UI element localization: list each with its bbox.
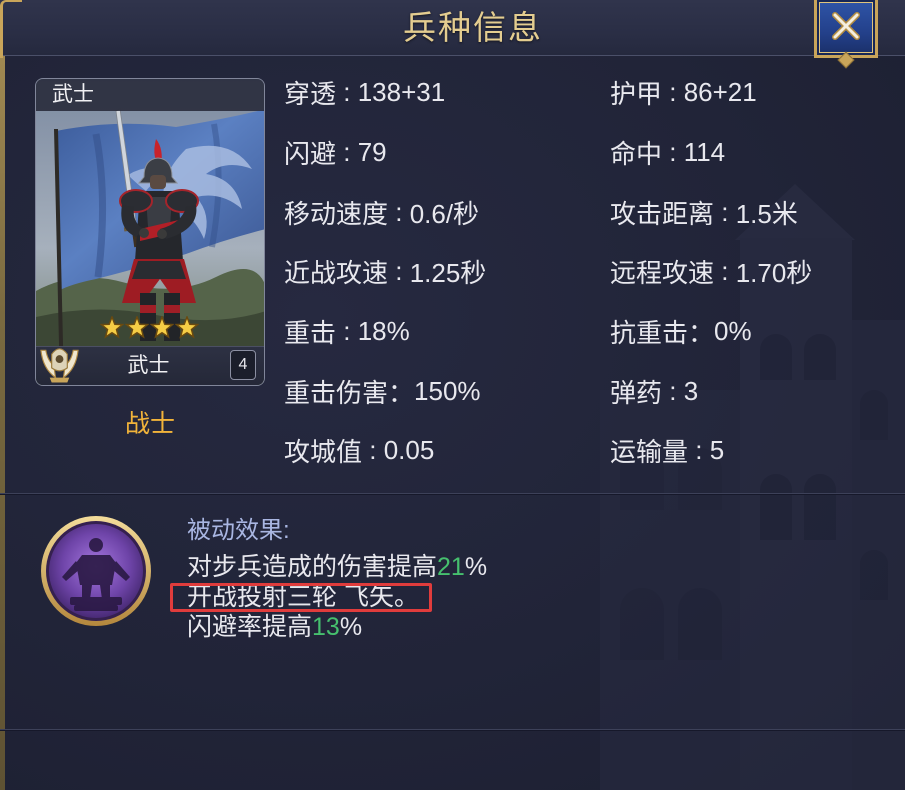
window-title: 兵种信息 [403,9,543,46]
stat-separator: : [714,196,736,227]
stat-critical-resist: 抗重击： 0% [610,302,812,362]
unit-role-label: 战士 [124,410,175,438]
stat-value: 138+31 [357,77,446,108]
stat-move-speed: 移动速度 : 0.6/秒 [284,182,486,242]
stat-label: 穿透 [284,79,337,110]
stat-label: 重击伤害 [284,377,389,408]
frame-left-border [0,0,5,790]
stat-label: 重击 [284,318,337,349]
close-icon [832,12,860,40]
stat-value: 0% [714,316,752,347]
stat-value: 18% [357,316,410,347]
stat-label: 移动速度 [284,198,389,229]
stat-value: 86+21 [683,77,757,108]
stat-separator: : [688,435,710,466]
passive-effect-line: 对步兵造成的伤害提高21% [187,552,487,582]
passive-effect-suffix: % [464,553,488,581]
stats-right-column: 护甲 : 86+21 命中 : 114 攻击距离 : 1.5米 远程攻速 : 1… [610,63,812,481]
stat-label: 近战攻速 [284,258,389,289]
stat-value: 150% [414,375,481,406]
stat-value: 1.25秒 [409,258,487,289]
unit-card-header: 武士 [36,79,264,111]
stat-ammo: 弹药 : 3 [610,361,812,421]
star-icon [100,316,124,339]
stat-dodge: 闪避 : 79 [284,123,486,183]
passive-effect-text: 对步兵造成的伤害提高 [187,553,438,581]
stat-label: 弹药 [610,377,663,408]
stat-separator: : [336,316,358,347]
stat-label: 命中 [610,139,663,170]
number-highlight: 13 [312,613,340,641]
stat-label: 远程攻速 [610,258,715,289]
stat-label: 闪避 [284,139,337,170]
section-divider [0,493,905,495]
stat-separator: : [336,77,358,108]
stat-armor: 护甲 : 86+21 [610,63,812,123]
stat-separator: : [388,196,410,227]
stat-label: 抗重击 [610,318,689,349]
stat-ranged-attack-speed: 远程攻速 : 1.70秒 [610,242,812,302]
stat-separator: : [662,137,684,168]
passive-effect-text: 闪避率提高 [187,613,313,641]
number-highlight: 21 [437,553,465,581]
passive-skill-icon [41,516,151,626]
stat-label: 攻击距离 [610,198,715,229]
stat-accuracy: 命中 : 114 [610,123,812,183]
unit-card-footer-name: 武士 [127,354,170,377]
passive-title: 被动效果: [187,517,290,544]
highlight-box [170,583,432,612]
unit-level-badge: 4 [230,350,256,380]
stat-transport-capacity: 运输量 : 5 [610,421,812,481]
stat-value: 1.5米 [735,198,798,229]
stat-value: 3 [683,375,699,406]
stat-critical-damage: 重击伤害： 150% [284,361,486,421]
stat-separator: : [714,256,736,287]
rank-stars [100,316,199,340]
stats-left-column: 穿透 : 138+31 闪避 : 79 移动速度 : 0.6/秒 近战攻速 : … [284,63,486,481]
stat-separator: ： [388,377,415,408]
stat-siege-value: 攻城值 : 0.05 [284,421,486,481]
stat-penetration: 穿透 : 138+31 [284,63,486,123]
stat-value: 114 [683,137,726,168]
star-icon [150,316,174,339]
stat-separator: : [362,435,384,466]
stat-separator: : [662,375,684,406]
unit-card-header-name: 武士 [52,83,94,106]
close-button[interactable] [814,0,878,58]
unit-class-emblem-icon [40,348,79,383]
stat-label: 攻城值 [284,437,363,468]
stat-value: 5 [709,435,725,466]
section-divider [0,729,905,731]
star-icon [125,316,149,339]
stat-separator: ： [688,318,715,349]
stat-attack-range: 攻击距离 : 1.5米 [610,182,812,242]
stat-separator: : [388,256,410,287]
stat-value: 0.6/秒 [409,198,480,229]
passive-effect-line: 闪避率提高13% [187,612,487,642]
stat-label: 护甲 [610,79,663,110]
passive-effect-suffix: % [339,613,363,641]
stat-label: 运输量 [610,437,689,468]
star-icon [175,316,199,339]
stat-value: 0.05 [383,435,435,466]
stat-critical-hit: 重击 : 18% [284,302,486,362]
stat-melee-attack-speed: 近战攻速 : 1.25秒 [284,242,486,302]
stat-value: 1.70秒 [735,258,813,289]
stat-separator: : [662,77,684,108]
stat-value: 79 [357,137,387,168]
stat-separator: : [336,137,358,168]
unit-card: 武士 武士 4 [35,78,265,386]
frame-corner-ornament [0,0,22,58]
